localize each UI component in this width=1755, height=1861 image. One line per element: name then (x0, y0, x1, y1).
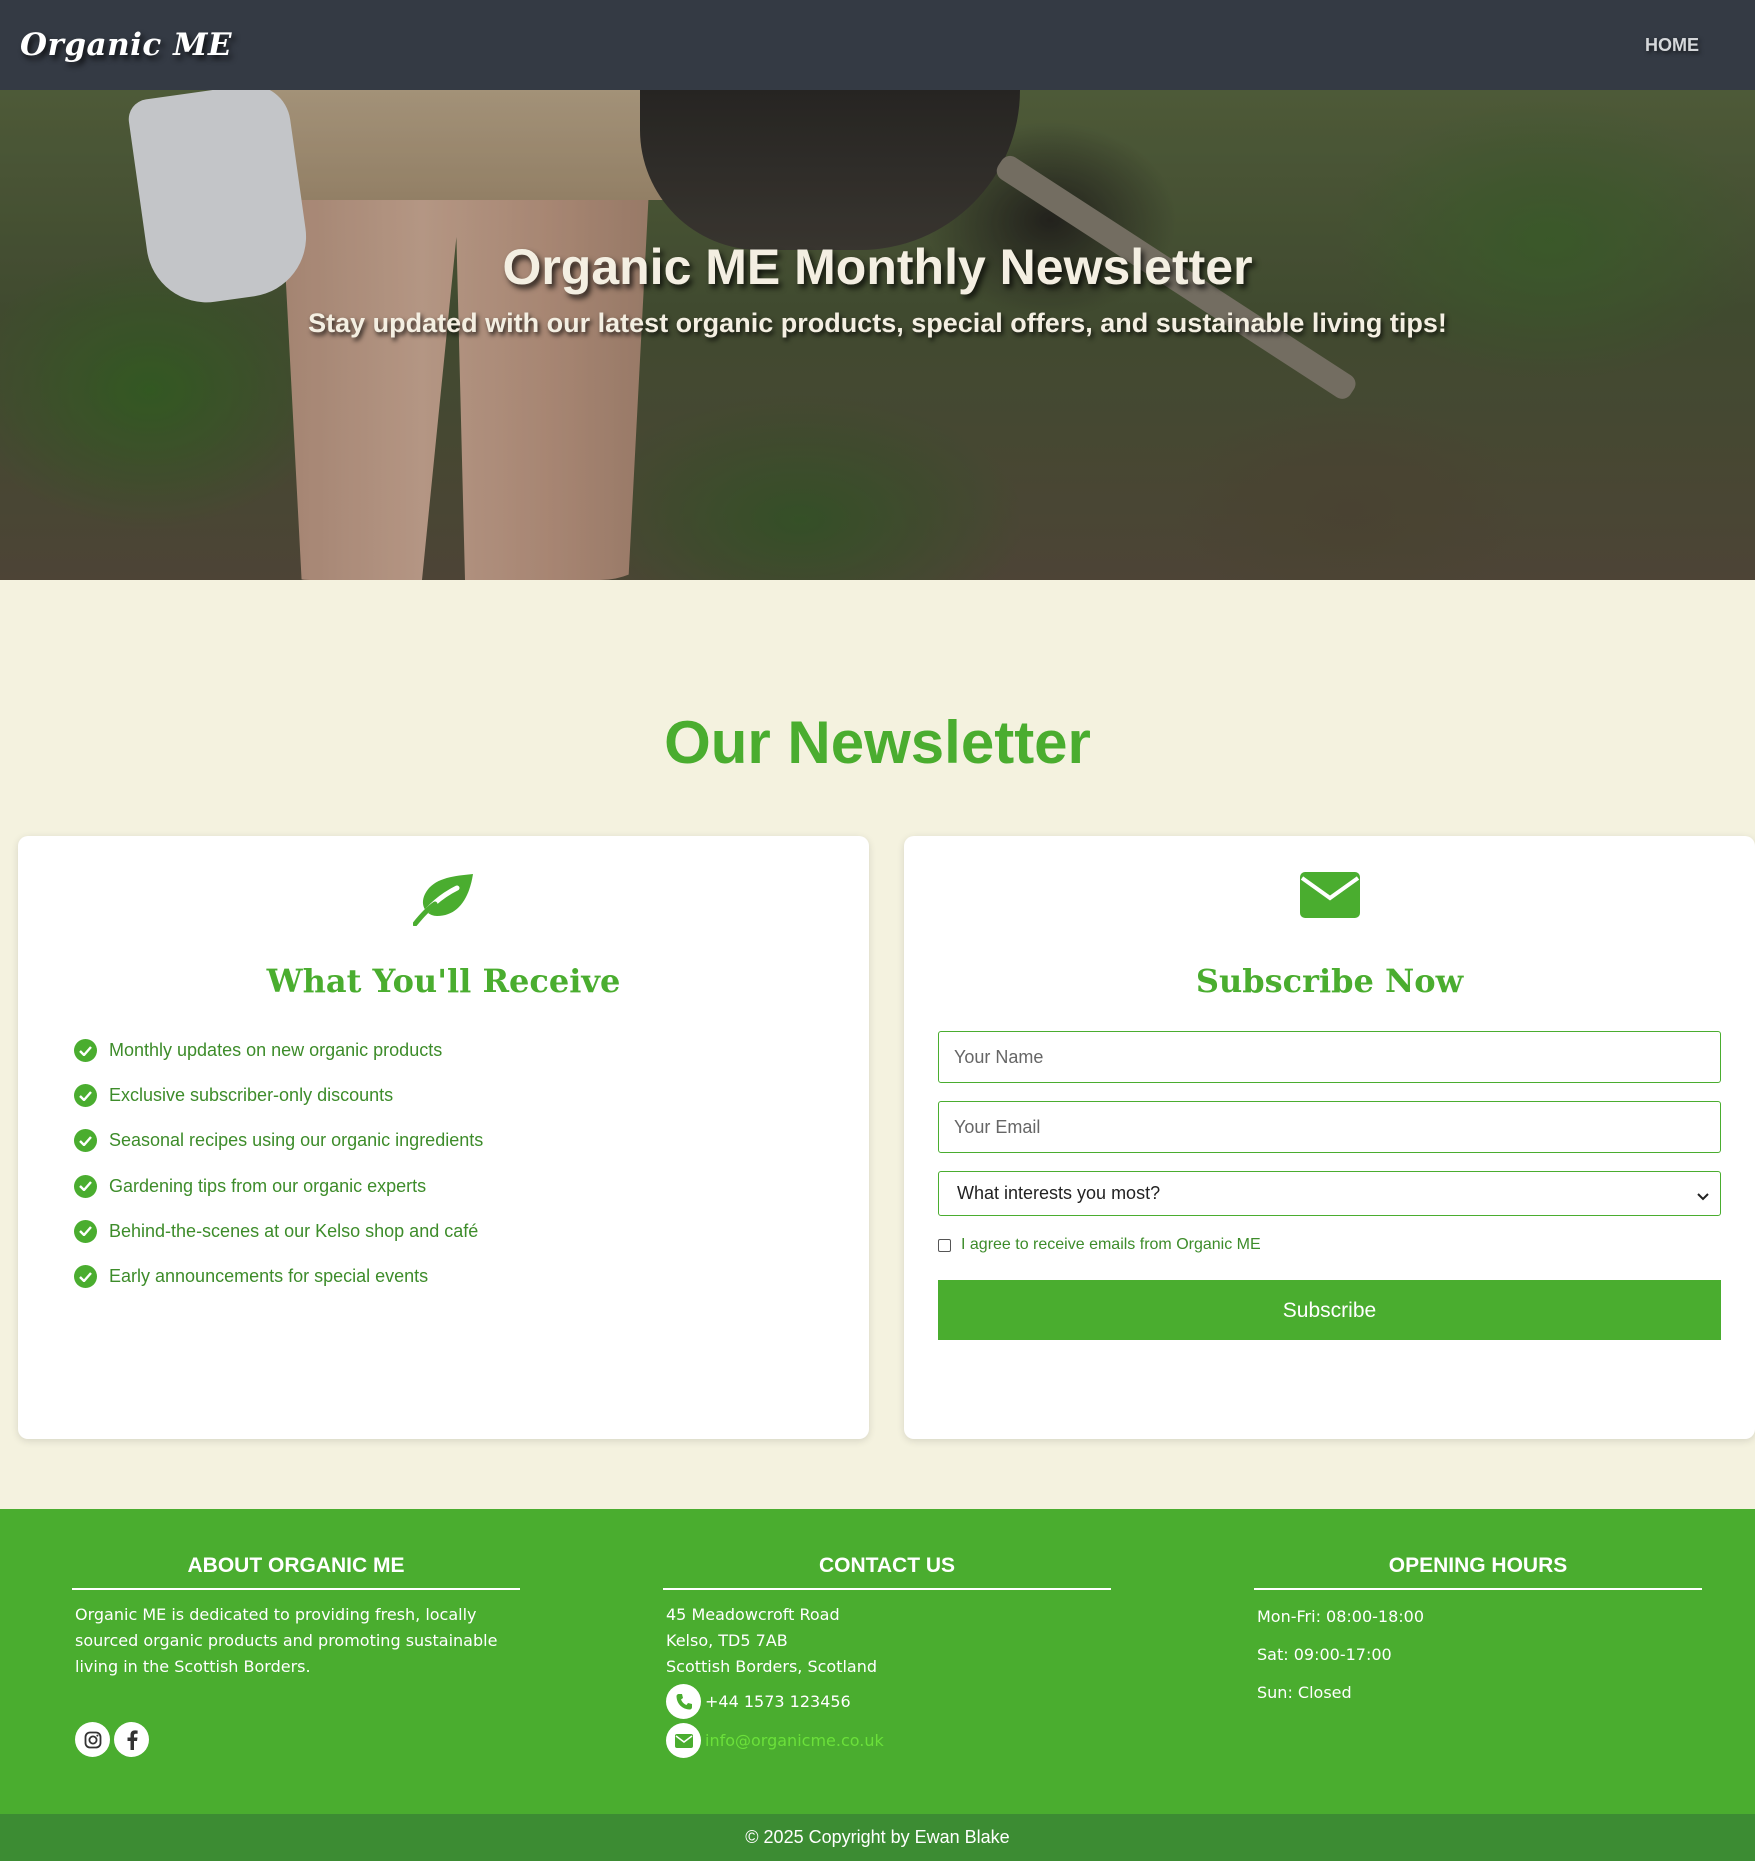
benefit-text: Exclusive subscriber-only discounts (109, 1085, 394, 1106)
phone-number: +44 1573 123456 (705, 1691, 851, 1711)
footer-contact-title: CONTACT US (663, 1554, 1111, 1590)
hero-banner: Organic ME Monthly Newsletter Stay updat… (0, 90, 1755, 580)
agree-label: I agree to receive emails from Organic M… (961, 1236, 1261, 1253)
hours-line: Mon-Fri: 08:00-18:00 (1257, 1607, 1425, 1626)
name-input[interactable] (938, 1031, 1721, 1083)
footer-about-text: Organic ME is dedicated to providing fre… (75, 1605, 498, 1676)
facebook-icon[interactable] (114, 1722, 149, 1757)
check-circle-icon (74, 1129, 97, 1153)
phone-row: +44 1573 123456 (666, 1684, 1108, 1719)
hero-title: Organic ME Monthly Newsletter (502, 239, 1253, 295)
benefit-text: Early announcements for special events (109, 1266, 429, 1287)
hours-list: Mon-Fri: 08:00-18:00 Sat: 09:00-17:00 Su… (1254, 1598, 1702, 1712)
email-link[interactable]: info@organicme.co.uk (705, 1728, 884, 1754)
check-circle-icon (74, 1265, 97, 1289)
top-navbar: Organic ME HOME (0, 0, 1755, 90)
list-item: Seasonal recipes using our organic ingre… (74, 1118, 483, 1163)
nav-home-link[interactable]: HOME (1645, 35, 1699, 56)
benefit-text: Monthly updates on new organic products (109, 1040, 443, 1061)
receive-title: What You'll Receive (266, 962, 621, 1000)
instagram-icon[interactable] (75, 1722, 110, 1757)
address-line: Scottish Borders, Scotland (666, 1657, 878, 1676)
envelope-icon (1299, 872, 1360, 923)
list-item: Gardening tips from our organic experts (74, 1164, 483, 1209)
list-item: Behind-the-scenes at our Kelso shop and … (74, 1209, 483, 1254)
footer-contact: CONTACT US 45 Meadowcroft Road Kelso, TD… (663, 1554, 1111, 1758)
social-links (72, 1722, 520, 1757)
footer-about: ABOUT ORGANIC ME Organic ME is dedicated… (72, 1554, 520, 1757)
benefit-text: Seasonal recipes using our organic ingre… (109, 1130, 484, 1151)
hours-line: Sat: 09:00-17:00 (1257, 1645, 1392, 1664)
section-title: Our Newsletter (664, 709, 1091, 776)
agree-checkbox[interactable] (938, 1238, 951, 1252)
footer-about-title: ABOUT ORGANIC ME (72, 1554, 520, 1590)
subscribe-title: Subscribe Now (1195, 962, 1464, 1000)
envelope-icon (666, 1723, 701, 1758)
footer: ABOUT ORGANIC ME Organic ME is dedicated… (0, 1509, 1755, 1814)
interest-select[interactable]: What interests you most? (938, 1171, 1721, 1216)
benefit-text: Behind-the-scenes at our Kelso shop and … (109, 1220, 479, 1241)
receive-card: What You'll Receive Monthly updates on n… (18, 836, 869, 1439)
subscribe-card: Subscribe Now What interests you most? I… (904, 836, 1755, 1439)
hours-line: Sun: Closed (1257, 1683, 1352, 1702)
subscribe-button[interactable]: Subscribe (938, 1280, 1721, 1340)
email-row: info@organicme.co.uk (666, 1723, 1108, 1758)
brand-logo[interactable]: Organic ME (20, 27, 232, 63)
chevron-down-icon (1696, 1186, 1710, 1207)
list-item: Exclusive subscriber-only discounts (74, 1073, 483, 1118)
footer-address: 45 Meadowcroft Road Kelso, TD5 7AB Scott… (663, 1602, 1111, 1758)
footer-hours: OPENING HOURS Mon-Fri: 08:00-18:00 Sat: … (1254, 1554, 1702, 1712)
email-input[interactable] (938, 1101, 1721, 1153)
address-line: 45 Meadowcroft Road (666, 1605, 840, 1624)
check-circle-icon (74, 1174, 97, 1198)
check-circle-icon (74, 1039, 97, 1063)
interest-select-value: What interests you most? (957, 1183, 1161, 1203)
address-line: Kelso, TD5 7AB (666, 1631, 788, 1650)
check-circle-icon (74, 1084, 97, 1108)
subscribe-form: What interests you most? I agree to rece… (938, 1031, 1721, 1340)
benefit-text: Gardening tips from our organic experts (109, 1175, 427, 1196)
footer-hours-title: OPENING HOURS (1254, 1554, 1702, 1590)
list-item: Early announcements for special events (74, 1254, 483, 1299)
phone-icon (666, 1684, 701, 1719)
benefits-list: Monthly updates on new organic products … (74, 1028, 483, 1299)
hero-subtitle: Stay updated with our latest organic pro… (308, 308, 1447, 338)
leaf-icon (412, 872, 475, 931)
agree-consent[interactable]: I agree to receive emails from Organic M… (938, 1236, 1721, 1254)
list-item: Monthly updates on new organic products (74, 1028, 483, 1073)
check-circle-icon (74, 1219, 97, 1243)
copyright-bar: © 2025 Copyright by Ewan Blake (0, 1814, 1755, 1861)
